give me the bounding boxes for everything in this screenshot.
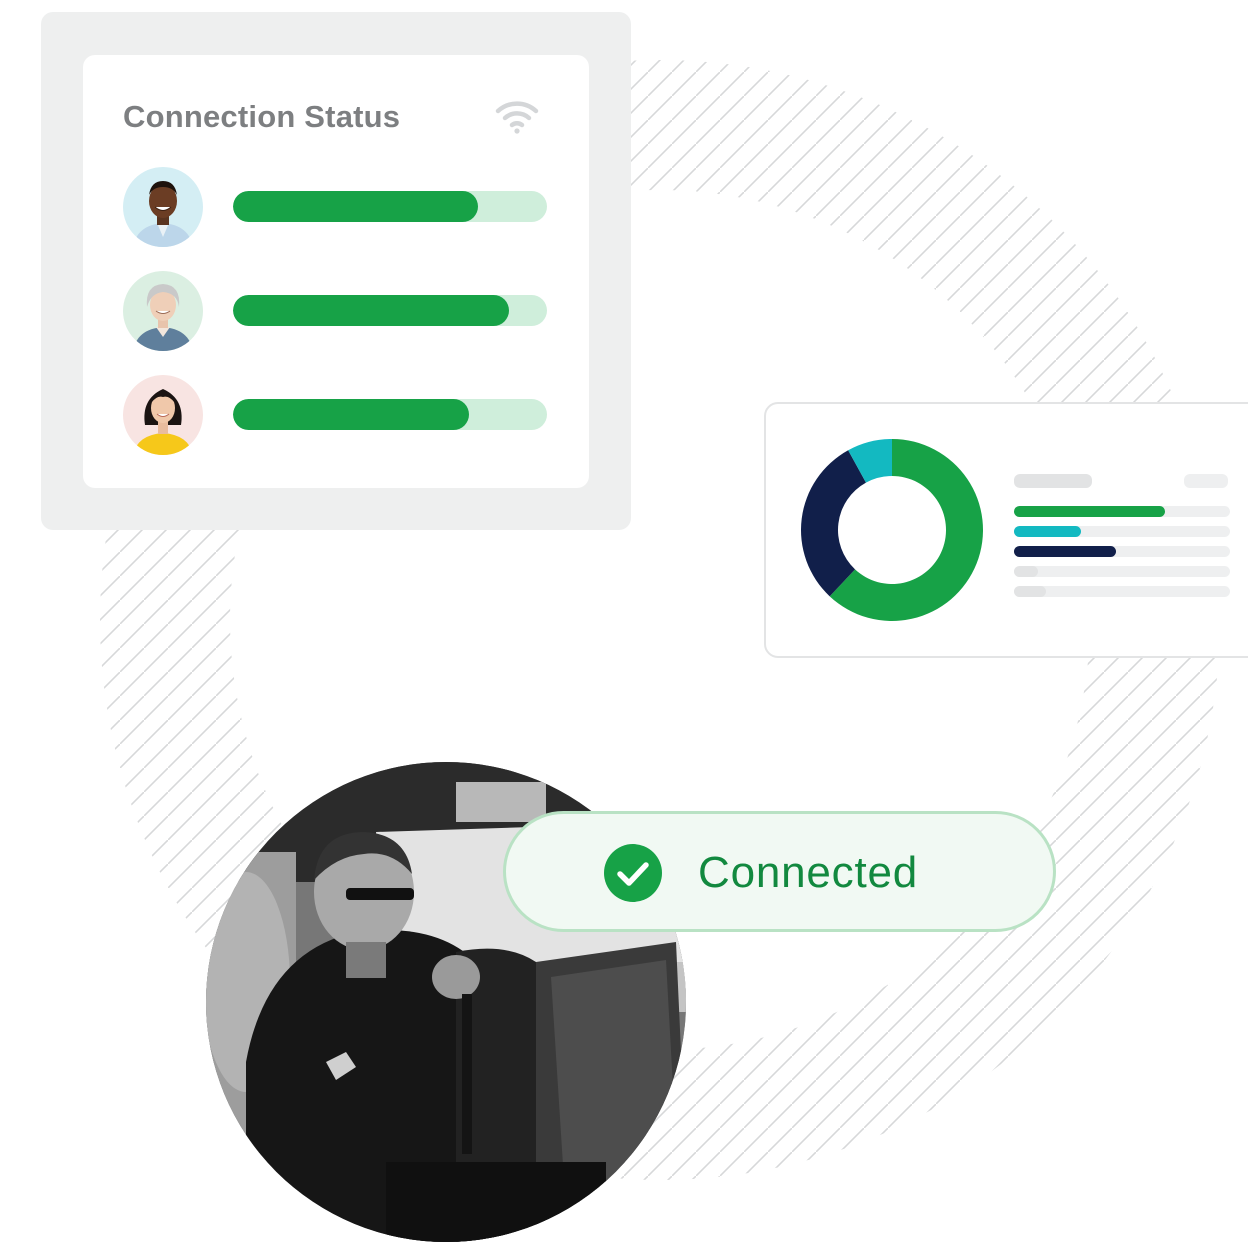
connection-status-card: Connection Status: [83, 55, 589, 488]
legend-bar-fill: [1014, 506, 1166, 517]
legend-bar-fill: [1014, 586, 1047, 597]
user-connection-row: [123, 167, 549, 247]
signal-strength-bar: [233, 399, 547, 430]
legend-bar-track: [1014, 506, 1230, 517]
usage-donut-widget: [764, 402, 1248, 658]
signal-strength-fill: [233, 191, 478, 222]
signal-strength-fill: [233, 295, 510, 326]
avatar-woman-yellow-shirt: [123, 375, 203, 455]
user-connection-row: [123, 375, 549, 455]
wifi-icon: [495, 101, 539, 134]
donut-chart: [801, 439, 983, 621]
legend-bar-track: [1014, 526, 1230, 537]
legend-value-placeholder: [1184, 474, 1228, 488]
signal-strength-fill: [233, 399, 469, 430]
legend-bar-fill: [1014, 546, 1116, 557]
avatar-man-smiling: [123, 167, 203, 247]
avatar-gray-haired-woman: [123, 271, 203, 351]
legend-bar-track: [1014, 586, 1230, 597]
legend-bar-track: [1014, 546, 1230, 557]
connected-status-badge: Connected: [503, 811, 1056, 932]
legend-bar-track: [1014, 566, 1230, 577]
connection-status-title: Connection Status: [123, 99, 401, 134]
legend-label-placeholder: [1014, 474, 1092, 488]
legend-bar-fill: [1014, 566, 1038, 577]
legend-bar-fill: [1014, 526, 1081, 537]
user-connection-row: [123, 271, 549, 351]
connection-status-panel: Connection Status: [41, 12, 631, 530]
signal-strength-bar: [233, 191, 547, 222]
check-circle-icon: [604, 844, 662, 902]
signal-strength-bar: [233, 295, 547, 326]
connected-label: Connected: [698, 848, 919, 897]
